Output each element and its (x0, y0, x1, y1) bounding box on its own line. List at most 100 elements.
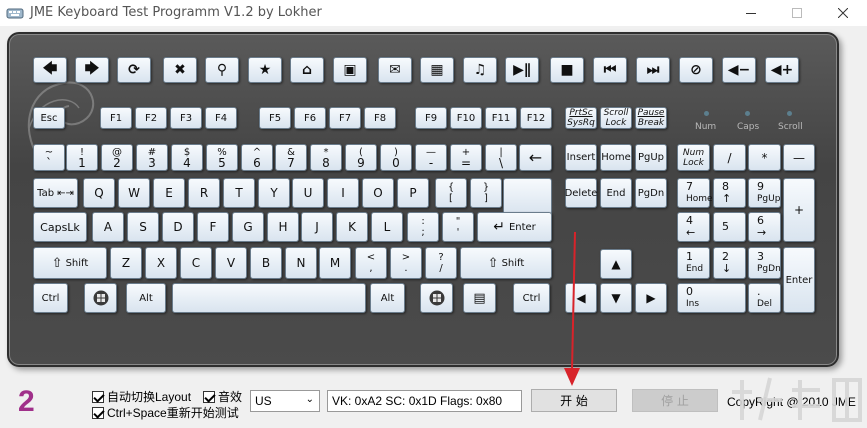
key-q[interactable]: Q (83, 178, 115, 208)
key-end[interactable]: End (600, 178, 632, 208)
key-comma[interactable]: <, (355, 247, 387, 279)
key-row1-10[interactable]: ) 0 (380, 144, 412, 171)
media-key-refresh[interactable]: ⟳ (117, 57, 151, 83)
media-key-calculator[interactable]: ▦ (420, 57, 454, 83)
key-h[interactable]: H (267, 212, 299, 242)
key-num-4[interactable]: 4 ← (677, 212, 710, 242)
start-button[interactable]: 开 始 (531, 389, 617, 412)
key-i[interactable]: I (327, 178, 359, 208)
key-menu[interactable]: ▤ (463, 283, 496, 313)
key-g[interactable]: G (232, 212, 264, 242)
key-semicolon[interactable]: :; (407, 212, 439, 242)
key-row1-11[interactable]: — - (415, 144, 447, 171)
key-page-down[interactable]: PgDn (635, 178, 667, 208)
minimize-button[interactable] (728, 0, 774, 26)
key-f5[interactable]: F5 (259, 107, 291, 129)
close-button[interactable] (820, 0, 866, 26)
key-insert[interactable]: Insert (565, 144, 597, 171)
media-key-media[interactable]: ♫ (463, 57, 497, 83)
key-page-up[interactable]: PgUp (635, 144, 667, 171)
media-key-media-stop[interactable]: ■ (550, 57, 584, 83)
key-num-2[interactable]: 2 ↓ (713, 247, 746, 279)
key-delete[interactable]: Delete (565, 178, 597, 208)
media-key-play-pause[interactable]: ▶∥ (505, 57, 539, 83)
key-num-0[interactable]: 0 Ins (677, 283, 746, 313)
key-backspace[interactable]: ← (519, 144, 552, 171)
key-period[interactable]: >. (390, 247, 422, 279)
key-row1-13[interactable]: | \ (485, 144, 517, 171)
media-key-volume-down[interactable]: ◀− (722, 57, 756, 83)
key-f1[interactable]: F1 (100, 107, 132, 129)
key-scroll-lock[interactable]: Scroll Lock (600, 107, 632, 129)
key-enter[interactable]: ↵ Enter (477, 212, 552, 242)
key-row1-12[interactable]: + = (450, 144, 482, 171)
key-slash[interactable]: ? / (425, 247, 457, 279)
key-row1-8[interactable]: * 8 (310, 144, 342, 171)
key-row1-2[interactable]: @2 (101, 144, 133, 171)
key-u[interactable]: U (292, 178, 324, 208)
media-key-mute[interactable]: ⊘ (679, 57, 713, 83)
key-y[interactable]: Y (258, 178, 290, 208)
media-key-search[interactable]: ⚲ (205, 57, 239, 83)
maximize-button[interactable] (774, 0, 820, 26)
media-key-back[interactable]: 🡄 (33, 57, 67, 83)
key-num-divide[interactable]: / (713, 144, 746, 171)
media-key-previous-track[interactable]: ⏮ (593, 57, 627, 83)
key-s[interactable]: S (127, 212, 159, 242)
key-t[interactable]: T (223, 178, 255, 208)
key-num-multiply[interactable]: * (748, 144, 781, 171)
key-f[interactable]: F (197, 212, 229, 242)
key-num-3[interactable]: 3 PgDn (748, 247, 781, 279)
key-f8[interactable]: F8 (364, 107, 396, 129)
key-d[interactable]: D (162, 212, 194, 242)
stop-button[interactable]: 停 止 (632, 389, 718, 412)
key-space[interactable] (172, 283, 366, 313)
sound-checkbox[interactable]: 音效 (203, 388, 242, 405)
key-right-shift[interactable]: ⇧ Shift (460, 247, 552, 279)
key-row1-1[interactable]: ! 1 (66, 144, 98, 171)
key-num-6[interactable]: 6 → (748, 212, 781, 242)
key-f2[interactable]: F2 (135, 107, 167, 129)
key-v[interactable]: V (215, 247, 247, 279)
key-x[interactable]: X (145, 247, 177, 279)
media-key-favorites[interactable]: ★ (248, 57, 282, 83)
key-f7[interactable]: F7 (329, 107, 361, 129)
key-row1-3[interactable]: #3 (136, 144, 168, 171)
key-prtsc[interactable]: PrtSc SysRq (565, 107, 597, 129)
key-row1-4[interactable]: $4 (171, 144, 203, 171)
key-quote[interactable]: " ' (442, 212, 474, 242)
key-l[interactable]: L (371, 212, 403, 242)
key-row1-7[interactable]: & 7 (275, 144, 307, 171)
media-key-home[interactable]: ⌂ (290, 57, 324, 83)
key-w[interactable]: W (118, 178, 150, 208)
key-c[interactable]: C (180, 247, 212, 279)
key-row1-6[interactable]: ^ 6 (241, 144, 273, 171)
key-arrow-up[interactable]: ▲ (600, 249, 632, 279)
key-right-win[interactable] (420, 283, 453, 313)
key-num-5[interactable]: 5 (713, 212, 746, 242)
key-num-7[interactable]: 7 Home (677, 178, 713, 208)
key-f11[interactable]: F11 (485, 107, 517, 129)
key-right-ctrl[interactable]: Ctrl (513, 283, 550, 313)
key-j[interactable]: J (301, 212, 333, 242)
key-f12[interactable]: F12 (520, 107, 552, 129)
key-enter-top[interactable] (503, 178, 552, 214)
key-e[interactable]: E (153, 178, 185, 208)
key-row1-0[interactable]: ~ ` (33, 144, 65, 171)
restart-checkbox[interactable]: Ctrl+Space重新开始测试 (92, 404, 239, 421)
key-left-win[interactable] (84, 283, 117, 313)
media-key-forward[interactable]: 🡆 (75, 57, 109, 83)
key-right-alt[interactable]: Alt (370, 283, 405, 313)
key-row1-5[interactable]: % 5 (206, 144, 238, 171)
key-left-ctrl[interactable]: Ctrl (33, 283, 68, 313)
key-num-8[interactable]: 8 ↑ (713, 178, 746, 208)
media-key-next-track[interactable]: ⏭ (636, 57, 670, 83)
media-key-my-computer[interactable]: ▣ (333, 57, 367, 83)
key-r[interactable]: R (188, 178, 220, 208)
key-f6[interactable]: F6 (294, 107, 326, 129)
key-arrow-right[interactable]: ▶ (635, 283, 667, 313)
key-o[interactable]: O (362, 178, 394, 208)
key-f3[interactable]: F3 (170, 107, 202, 129)
key-num-plus[interactable]: + (783, 178, 815, 242)
key-num-lock[interactable]: Num Lock (677, 144, 710, 171)
